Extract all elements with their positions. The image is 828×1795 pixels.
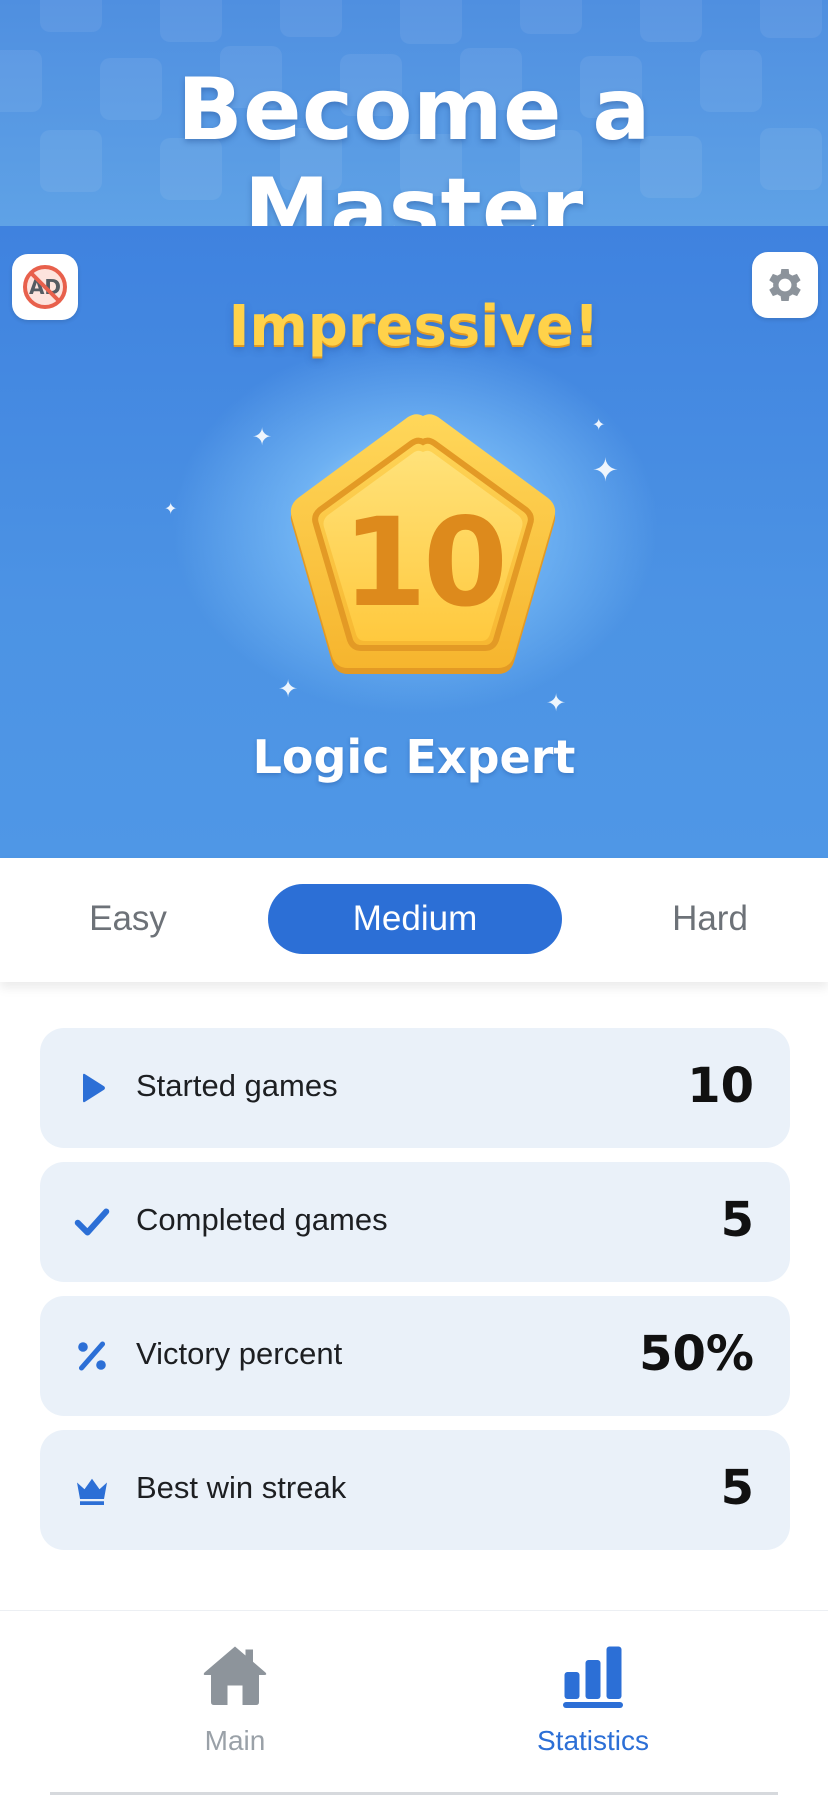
stat-label: Best win streak — [136, 1470, 347, 1505]
tab-easy[interactable]: Easy — [40, 884, 216, 954]
difficulty-tabs: Easy Medium Hard — [0, 858, 828, 982]
promo-banner: Become a Master — [0, 0, 828, 226]
sparkle-icon: ✦ — [592, 452, 619, 488]
sparkle-icon: ✦ — [592, 417, 606, 434]
achievement-heading: Impressive! — [228, 294, 600, 359]
banner-title: Become a Master — [177, 60, 651, 226]
stat-row-victory-percent: Victory percent 50% — [40, 1296, 790, 1416]
bottom-navigation: Main Statistics — [0, 1610, 828, 1795]
nav-main-label: Main — [204, 1725, 266, 1756]
rank-title: Logic Expert — [252, 730, 576, 784]
level-badge: 10 — [278, 412, 568, 692]
percent-icon — [78, 1341, 106, 1371]
crown-icon — [77, 1478, 107, 1505]
bar-chart-icon — [563, 1646, 623, 1708]
sparkle-icon: ✦ — [164, 501, 178, 518]
stat-row-started-games: Started games 10 — [40, 1028, 790, 1148]
stat-row-completed-games: Completed games 5 — [40, 1162, 790, 1282]
stat-value: 5 — [720, 1460, 754, 1516]
tab-medium[interactable]: Medium — [268, 884, 562, 954]
sparkle-icon: ✦ — [546, 690, 567, 717]
achievement-hero: AD Impressive! ✦ ✦ ✦ ✦ ✦ ✦ — [0, 226, 828, 858]
home-icon — [203, 1646, 267, 1705]
stat-value: 10 — [687, 1058, 754, 1114]
badge-level-number: 10 — [342, 492, 508, 634]
stat-value: 5 — [720, 1192, 754, 1248]
sparkle-icon: ✦ — [252, 424, 273, 451]
stat-value: 50% — [639, 1326, 754, 1382]
play-icon — [83, 1073, 105, 1103]
check-icon — [74, 1208, 110, 1236]
nav-statistics-label: Statistics — [536, 1725, 650, 1756]
nav-statistics[interactable]: Statistics — [483, 1639, 703, 1757]
stat-label: Started games — [136, 1068, 338, 1103]
nav-main[interactable]: Main — [125, 1639, 345, 1757]
stat-row-best-win-streak: Best win streak 5 — [40, 1430, 790, 1550]
stat-label: Victory percent — [136, 1336, 343, 1371]
stat-label: Completed games — [136, 1202, 388, 1237]
tab-hard[interactable]: Hard — [620, 884, 800, 954]
